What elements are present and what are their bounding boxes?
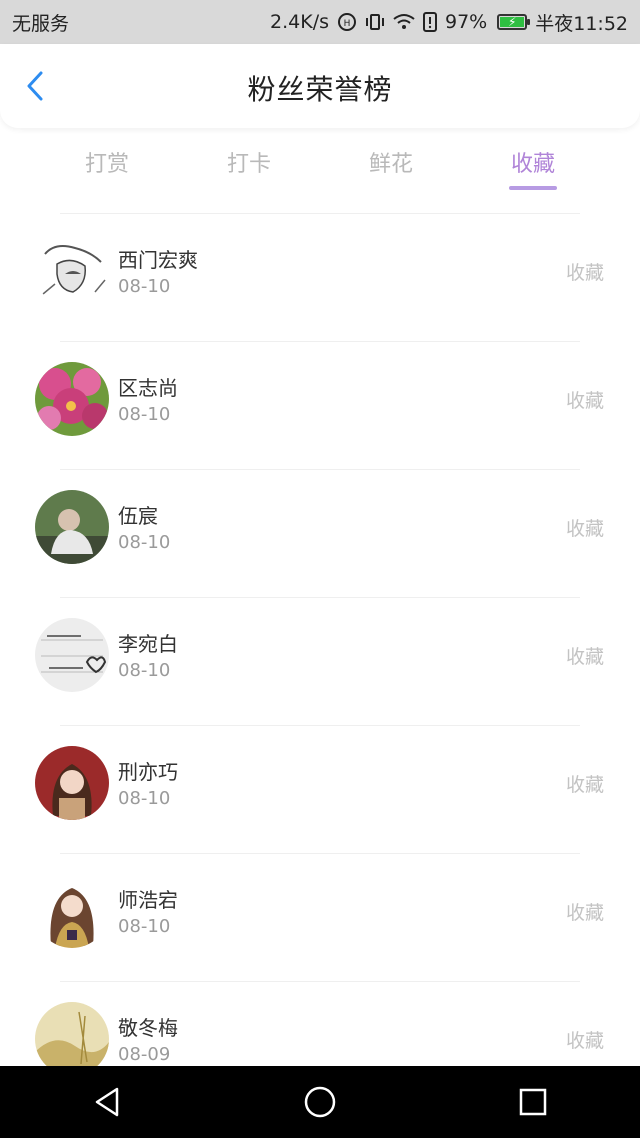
nav-recent-button[interactable] xyxy=(503,1072,563,1132)
triangle-back-icon xyxy=(95,1087,118,1117)
avatar xyxy=(35,746,109,820)
active-tab-indicator xyxy=(509,186,557,190)
status-bar: 无服务 2.4K/s H 97% ⚡ 半夜11:52 xyxy=(0,0,640,44)
tab-label: 打赏 xyxy=(84,152,129,177)
svg-text:H: H xyxy=(344,19,351,29)
action-label: 收藏 xyxy=(565,518,604,540)
tab-flowers[interactable]: 鲜花 xyxy=(320,140,462,200)
user-name: 伍宸 xyxy=(118,504,158,528)
nav-home-button[interactable] xyxy=(290,1072,350,1132)
action-label: 收藏 xyxy=(565,774,604,796)
action-label: 收藏 xyxy=(565,390,604,412)
battery-percent: 97% xyxy=(445,11,488,33)
list-item[interactable]: 伍宸 08-10 收藏 xyxy=(0,470,640,598)
item-date: 08-10 xyxy=(118,404,171,425)
list-item[interactable]: 师浩宕 08-10 收藏 xyxy=(0,854,640,982)
avatar xyxy=(35,618,109,692)
sim-alert-icon xyxy=(423,12,437,32)
action-label: 收藏 xyxy=(565,262,604,284)
item-date: 08-10 xyxy=(118,532,171,553)
tab-checkin[interactable]: 打卡 xyxy=(178,140,320,200)
avatar xyxy=(35,490,109,564)
user-name: 区志尚 xyxy=(118,376,178,400)
tab-reward[interactable]: 打赏 xyxy=(36,140,178,200)
battery-icon: ⚡ xyxy=(497,14,531,30)
fan-list: 西门宏爽 08-10 收藏 区志尚 08-10 收藏 伍宸 08-10 收藏 李… xyxy=(0,214,640,1110)
page-title: 粉丝荣誉榜 xyxy=(247,73,393,106)
action-label: 收藏 xyxy=(565,1030,604,1052)
system-nav-bar xyxy=(0,1066,640,1138)
list-item[interactable]: 西门宏爽 08-10 收藏 xyxy=(0,214,640,342)
item-date: 08-10 xyxy=(118,660,171,681)
list-item[interactable]: 区志尚 08-10 收藏 xyxy=(0,342,640,470)
tab-label: 收藏 xyxy=(510,152,555,177)
nav-back-button[interactable] xyxy=(77,1072,137,1132)
hd-call-icon: H xyxy=(337,12,357,32)
header: 粉丝荣誉榜 xyxy=(0,44,640,128)
item-date: 08-10 xyxy=(118,276,171,297)
avatar xyxy=(35,362,109,436)
tab-favorites[interactable]: 收藏 xyxy=(462,140,604,200)
square-recent-icon xyxy=(520,1088,547,1116)
clock: 半夜11:52 xyxy=(535,12,628,35)
vibrate-icon xyxy=(365,12,385,32)
avatar xyxy=(35,1002,109,1076)
item-date: 08-10 xyxy=(118,916,171,937)
item-date: 08-10 xyxy=(118,788,171,809)
status-indicators: 2.4K/s H 97% ⚡ 半夜11:52 xyxy=(270,9,628,36)
tab-label: 打卡 xyxy=(226,152,271,177)
tab-label: 鲜花 xyxy=(368,152,413,177)
list-item[interactable]: 刑亦巧 08-10 收藏 xyxy=(0,726,640,854)
wifi-icon xyxy=(393,13,415,31)
user-name: 师浩宕 xyxy=(118,888,178,912)
action-label: 收藏 xyxy=(565,902,604,924)
tab-bar: 打赏 打卡 鲜花 收藏 xyxy=(36,140,604,200)
network-speed: 2.4K/s xyxy=(270,11,329,33)
carrier-label: 无服务 xyxy=(12,12,70,35)
circle-home-icon xyxy=(304,1086,336,1118)
user-name: 刑亦巧 xyxy=(118,760,178,784)
avatar xyxy=(35,234,109,308)
list-item[interactable]: 李宛白 08-10 收藏 xyxy=(0,598,640,726)
user-name: 李宛白 xyxy=(118,632,178,656)
action-label: 收藏 xyxy=(565,646,604,668)
item-date: 08-09 xyxy=(118,1044,171,1065)
avatar xyxy=(35,874,109,948)
user-name: 敬冬梅 xyxy=(118,1016,178,1040)
user-name: 西门宏爽 xyxy=(118,248,198,272)
